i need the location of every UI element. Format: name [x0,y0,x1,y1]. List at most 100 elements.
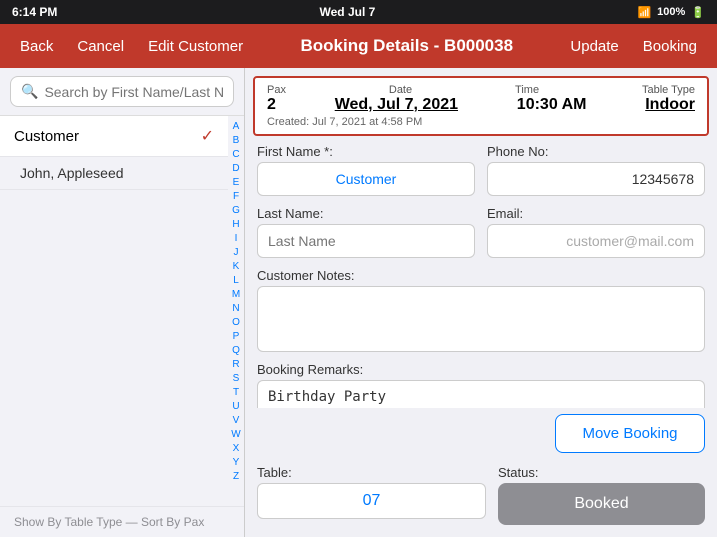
cancel-button[interactable]: Cancel [69,34,132,59]
date-value: Wed, Jul 7, 2021 [335,96,458,114]
pax-label: Pax [267,84,286,96]
last-name-input[interactable] [257,224,475,258]
battery-text: 100% [657,6,685,18]
edit-customer-button[interactable]: Edit Customer [140,34,251,59]
sidebar-item-john[interactable]: John, Appleseed [0,157,228,190]
alpha-u[interactable]: U [232,400,239,414]
nav-bar: Back Cancel Edit Customer Booking Detail… [0,24,717,68]
checkmark-icon: ✓ [201,126,214,146]
sidebar-list: Customer ✓ John, Appleseed A B C D E F G… [0,116,244,506]
status-label: Status: [498,465,705,480]
search-wrapper[interactable]: 🔍 [10,76,234,107]
booking-remarks-input[interactable]: Birthday Party [257,380,705,408]
status-bar: 6:14 PM Wed Jul 7 📶 100% 🔋 [0,0,717,24]
alpha-w[interactable]: W [231,428,240,442]
status-right: 📶 100% 🔋 [637,6,705,19]
email-input[interactable] [487,224,705,258]
pax-value-cell: 2 [267,96,276,114]
alpha-j[interactable]: J [234,246,239,260]
sidebar-item-customer[interactable]: Customer ✓ [0,116,228,157]
sidebar-footer: Show By Table Type — Sort By Pax [0,506,244,537]
status-time: 6:14 PM [12,5,57,19]
email-group: Email: [487,206,705,258]
search-icon: 🔍 [21,83,38,100]
alpha-l[interactable]: L [233,274,239,288]
form-area: First Name *: Phone No: Last Name: Email… [245,144,717,408]
email-label: Email: [487,206,705,221]
phone-group: Phone No: [487,144,705,196]
booking-header: Pax Date Time Table Type 2 Wed, Jul 7, 2… [253,76,709,136]
nav-title: Booking Details - B000038 [251,36,562,56]
first-name-group: First Name *: [257,144,475,196]
date-label: Date [389,84,412,96]
table-group: Table: [257,465,486,519]
alpha-v[interactable]: V [233,414,240,428]
alpha-o[interactable]: O [232,316,240,330]
name-phone-row: First Name *: Phone No: [257,144,705,196]
alpha-y[interactable]: Y [233,456,240,470]
lastname-email-row: Last Name: Email: [257,206,705,258]
search-area: 🔍 [0,68,244,116]
alpha-c[interactable]: C [232,148,239,162]
phone-label: Phone No: [487,144,705,159]
alpha-t[interactable]: T [233,386,239,400]
alpha-d[interactable]: D [232,162,239,176]
search-input[interactable] [44,84,223,100]
table-type-cell: Table Type [642,84,695,96]
sidebar-subitem-label: John, Appleseed [20,165,124,181]
alpha-x[interactable]: X [233,442,240,456]
alpha-b[interactable]: B [233,134,240,148]
alpha-z[interactable]: Z [233,470,239,484]
alpha-m[interactable]: M [232,288,240,302]
table-label: Table: [257,465,486,480]
date-value-cell: Wed, Jul 7, 2021 [335,96,458,114]
alpha-k[interactable]: K [233,260,240,274]
customer-notes-input[interactable] [257,286,705,352]
time-value-cell: 10:30 AM [517,96,587,114]
time-cell: Time [515,84,539,96]
wifi-icon: 📶 [637,6,651,19]
booking-header-values: 2 Wed, Jul 7, 2021 10:30 AM Indoor [267,96,695,114]
last-name-group: Last Name: [257,206,475,258]
alpha-h[interactable]: H [232,218,239,232]
first-name-input[interactable] [257,162,475,196]
alpha-index: A B C D E F G H I J K L M N O P Q R S T [228,116,244,506]
buttons-row: Move Booking [245,408,717,459]
pax-cell: Pax [267,84,286,96]
last-name-label: Last Name: [257,206,475,221]
battery-icon: 🔋 [691,6,705,19]
nav-right: Update Booking [562,34,705,59]
booking-remarks-label: Booking Remarks: [257,362,705,377]
right-panel: Pax Date Time Table Type 2 Wed, Jul 7, 2… [245,68,717,537]
status-group: Status: Booked [498,465,705,525]
sidebar-items: Customer ✓ John, Appleseed [0,116,228,506]
back-button[interactable]: Back [12,34,61,59]
alpha-n[interactable]: N [232,302,239,316]
booking-button[interactable]: Booking [635,34,705,59]
alpha-g[interactable]: G [232,204,240,218]
phone-input[interactable] [487,162,705,196]
first-name-label: First Name *: [257,144,475,159]
customer-sidebar: 🔍 Customer ✓ John, Appleseed A B C D E [0,68,245,537]
alpha-e[interactable]: E [233,176,240,190]
created-text: Created: Jul 7, 2021 at 4:58 PM [267,116,695,128]
sidebar-footer-text: Show By Table Type — Sort By Pax [14,515,204,529]
alpha-q[interactable]: Q [232,344,240,358]
sidebar-customer-label: Customer [14,128,79,145]
alpha-s[interactable]: S [233,372,240,386]
customer-notes-label: Customer Notes: [257,268,705,283]
alpha-i[interactable]: I [235,232,238,246]
move-booking-button[interactable]: Move Booking [555,414,705,453]
update-button[interactable]: Update [562,34,626,59]
alpha-a[interactable]: A [233,120,240,134]
alpha-r[interactable]: R [232,358,239,372]
alpha-p[interactable]: P [233,330,240,344]
time-label: Time [515,84,539,96]
alpha-f[interactable]: F [233,190,239,204]
booked-button[interactable]: Booked [498,483,705,525]
pax-value: 2 [267,96,276,114]
main-area: 🔍 Customer ✓ John, Appleseed A B C D E [0,68,717,537]
time-value: 10:30 AM [517,96,587,114]
table-input[interactable] [257,483,486,519]
nav-left: Back Cancel Edit Customer [12,34,251,59]
